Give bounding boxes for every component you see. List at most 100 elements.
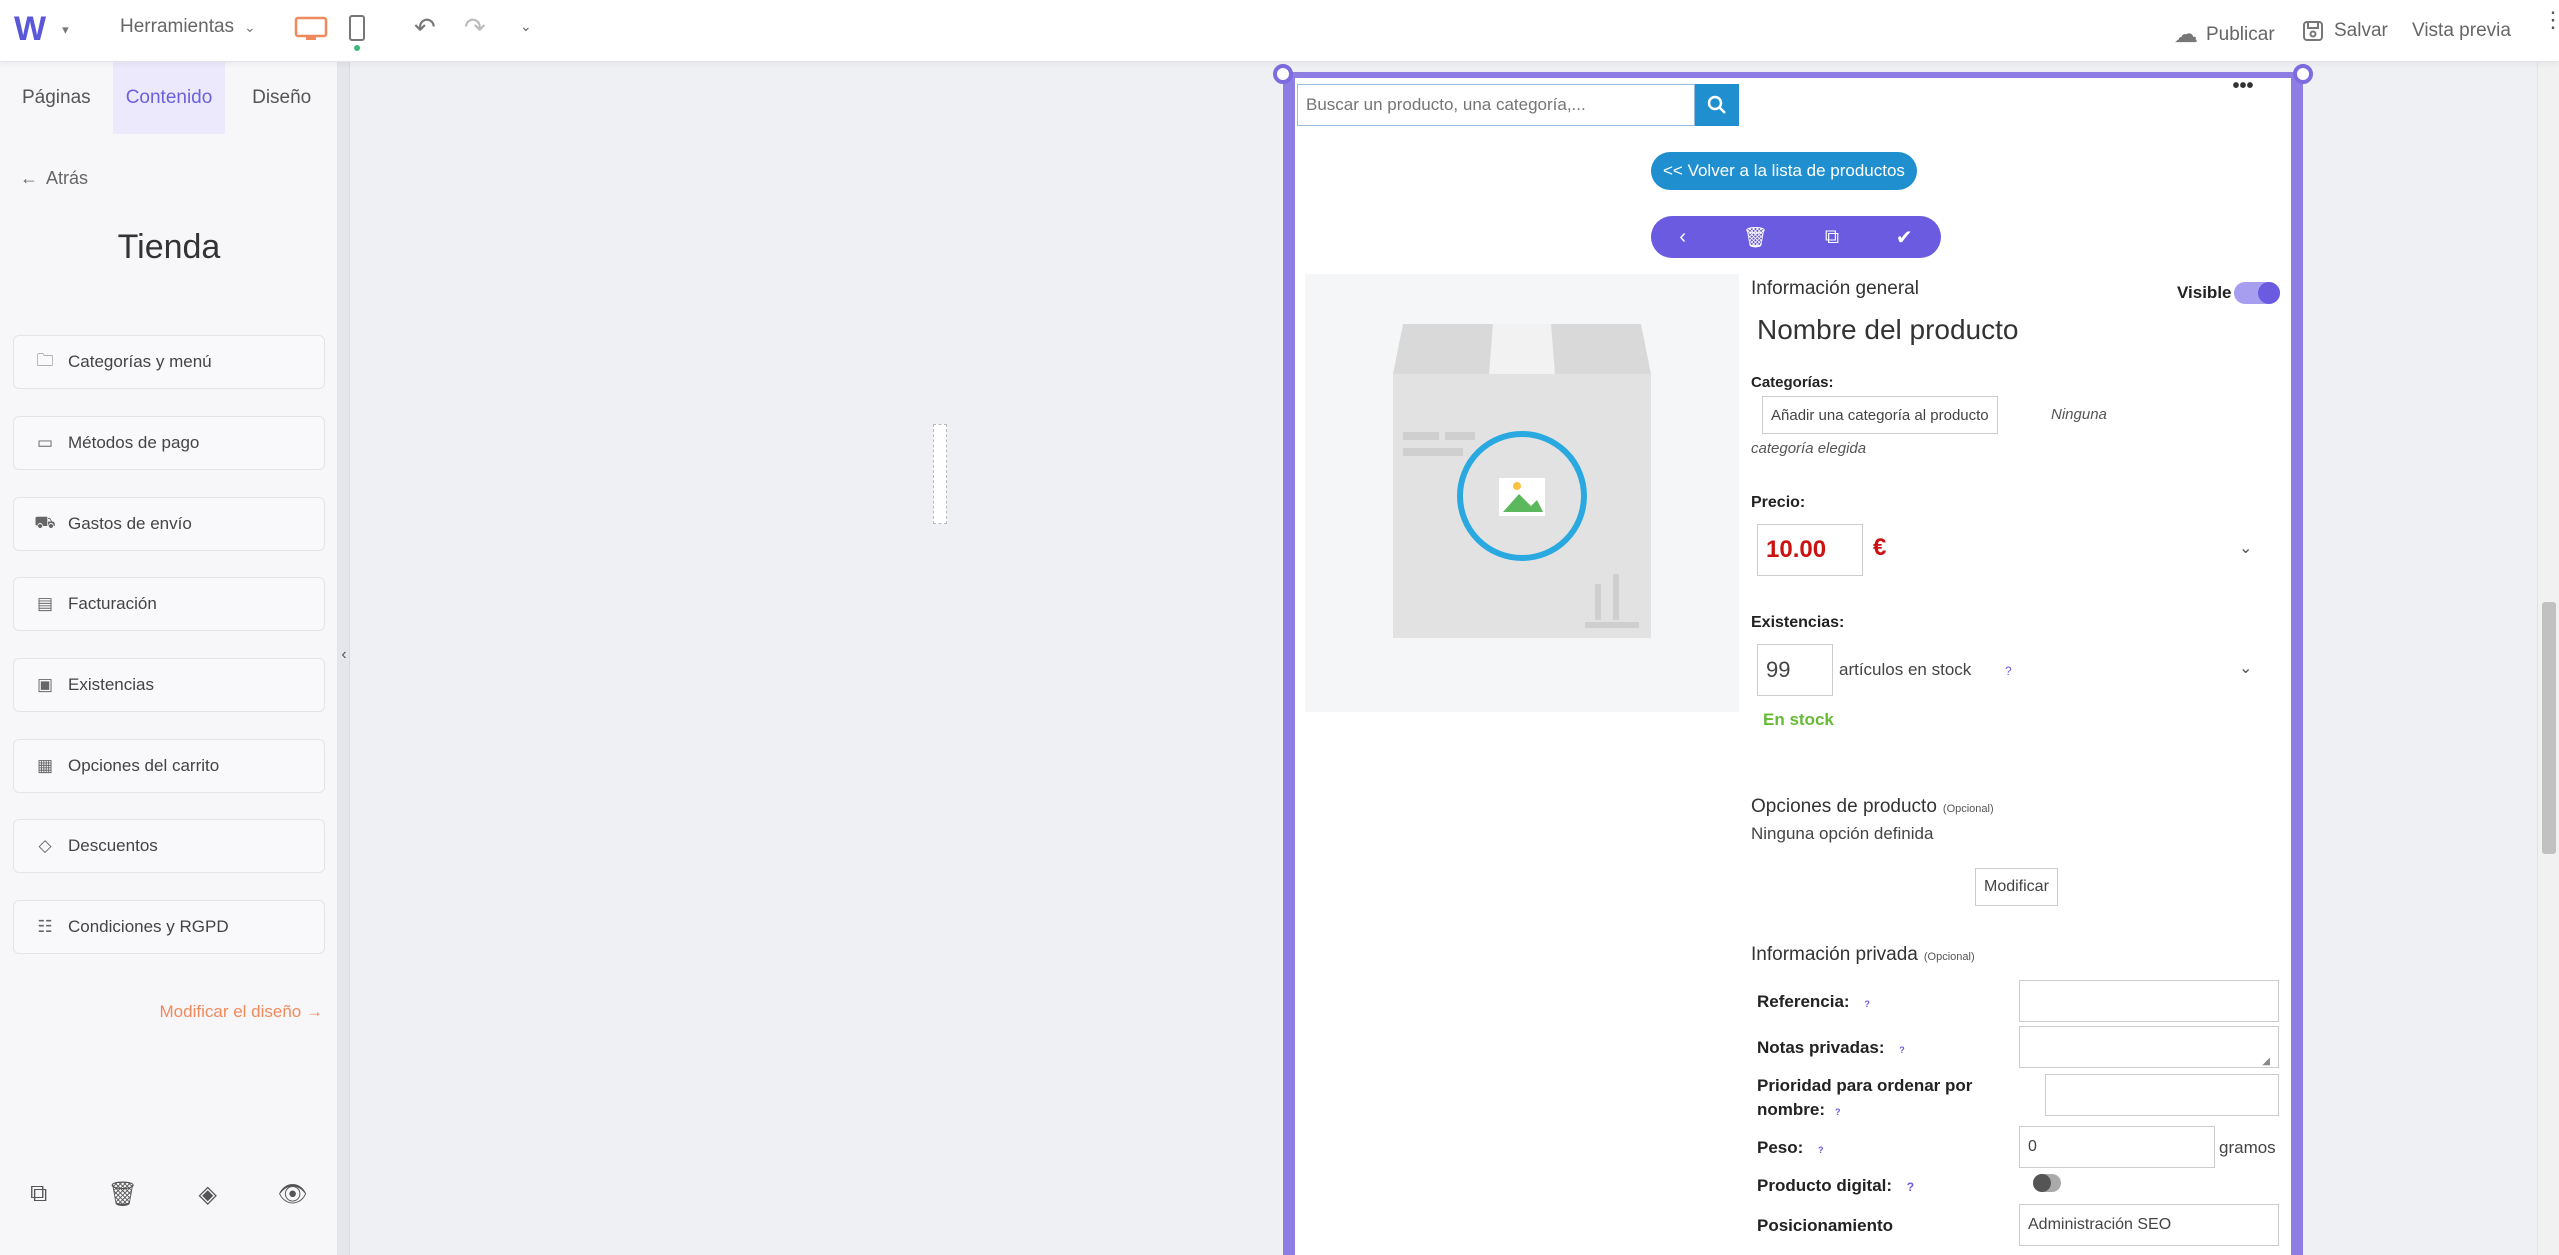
sidebar-item-payment[interactable]: ▭ Métodos de pago xyxy=(13,416,325,470)
drag-handle-left[interactable] xyxy=(933,424,947,524)
sidebar-item-label: Descuentos xyxy=(68,836,158,855)
clipboard-icon: ▤ xyxy=(36,594,54,613)
modify-options-button[interactable]: Modificar xyxy=(1975,868,2058,906)
publish-button[interactable]: ☁ Publicar xyxy=(2174,20,2275,49)
product-image[interactable] xyxy=(1305,274,1739,712)
sidebar-item-stock[interactable]: ▣ Existencias xyxy=(13,658,325,712)
priority-input[interactable] xyxy=(2045,1074,2279,1116)
product-editor-block[interactable]: ••• << Volver a la lista de productos ‹ … xyxy=(1283,72,2303,1255)
stock-status: En stock xyxy=(1763,710,1834,729)
undo-icon[interactable]: ↶ xyxy=(414,12,436,43)
digital-toggle[interactable] xyxy=(2033,1174,2061,1192)
tab-design[interactable]: Diseño xyxy=(225,62,338,134)
logo[interactable]: W ▾ xyxy=(14,10,69,49)
sidebar-item-billing[interactable]: ▤ Facturación xyxy=(13,577,325,631)
tab-content[interactable]: Contenido xyxy=(112,62,226,134)
preview-button[interactable]: Vista previa xyxy=(2412,20,2511,42)
redo-icon[interactable]: ↷ xyxy=(464,12,486,43)
chevron-down-icon: ⌄ xyxy=(244,18,256,35)
weight-help-icon[interactable]: ? xyxy=(1818,1145,1824,1155)
digital-help-icon[interactable]: ? xyxy=(1907,1180,1914,1194)
options-none: Ninguna opción definida xyxy=(1751,824,1934,843)
publish-label: Publicar xyxy=(2206,23,2275,45)
weight-input[interactable]: 0 xyxy=(2019,1126,2215,1168)
currency-symbol: € xyxy=(1873,534,1887,561)
modify-design-label: Modificar el diseño xyxy=(159,1002,302,1021)
sidebar: Páginas Contenido Diseño ← Atrás Tienda … xyxy=(0,62,338,1255)
back-button[interactable]: ← Atrás xyxy=(20,168,88,189)
scrollbar-thumb[interactable] xyxy=(2542,602,2556,854)
save-label: Salvar xyxy=(2334,20,2388,41)
mobile-view-button[interactable] xyxy=(348,14,366,52)
product-name[interactable]: Nombre del producto xyxy=(1757,314,2018,346)
arrow-left-icon: ← xyxy=(20,168,38,188)
seo-label: Posicionamiento xyxy=(1757,1216,1894,1235)
product-search-input[interactable] xyxy=(1297,84,1695,126)
preview-label: Vista previa xyxy=(2412,20,2511,41)
switch-knob xyxy=(2033,1174,2051,1192)
more-horizontal-icon[interactable]: ••• xyxy=(2225,76,2261,98)
seo-button[interactable]: Administración SEO xyxy=(2019,1204,2279,1246)
sidebar-title: Tienda xyxy=(117,228,221,266)
visible-switch[interactable] xyxy=(2233,282,2280,304)
duplicate-icon[interactable]: ⧉ xyxy=(1825,226,1839,249)
back-label: Atrás xyxy=(46,168,89,188)
card-icon: ▭ xyxy=(36,433,54,452)
priority-help-icon[interactable]: ? xyxy=(1835,1107,1841,1117)
eye-icon[interactable]: 👁 xyxy=(277,1180,307,1209)
truck-icon: ⛟ xyxy=(34,513,56,532)
vertical-scrollbar[interactable] xyxy=(2537,62,2559,1255)
notes-label: Notas privadas: ? xyxy=(1757,1038,1905,1058)
sidebar-item-cart-options[interactable]: ▦ Opciones del carrito xyxy=(13,739,325,793)
reference-input[interactable] xyxy=(2019,980,2279,1022)
visible-label: Visible xyxy=(2177,283,2232,302)
priority-label: Prioridad para ordenar por nombre:? xyxy=(1757,1074,1972,1124)
private-title: Información privada xyxy=(1751,944,1918,965)
search-button[interactable] xyxy=(1695,84,1739,126)
stock-help-icon[interactable]: ? xyxy=(2005,664,2012,678)
layers-icon[interactable]: ◈ xyxy=(199,1180,217,1209)
resize-handle-top-right[interactable] xyxy=(2293,64,2313,84)
sidebar-bottom-actions: ⧉ 🗑 ◈ 👁 xyxy=(0,1180,338,1209)
price-label: Precio: xyxy=(1751,494,1806,511)
price-chevron-down-icon[interactable]: ⌄ xyxy=(2239,538,2252,558)
chevron-left-icon[interactable]: ‹ xyxy=(1679,226,1686,249)
reference-help-icon[interactable]: ? xyxy=(1864,999,1870,1009)
resize-handle-top-left[interactable] xyxy=(1273,64,1293,84)
price-input[interactable]: 10.00 xyxy=(1757,524,1863,576)
save-button[interactable]: Salvar xyxy=(2302,20,2388,42)
cloud-upload-icon: ☁ xyxy=(2174,21,2198,48)
check-icon[interactable]: ✔ xyxy=(1896,225,1913,250)
visible-toggle[interactable]: Visible xyxy=(2177,282,2280,304)
duplicate-icon[interactable]: ⧉ xyxy=(30,1180,47,1209)
desktop-view-button[interactable] xyxy=(294,16,328,42)
sidebar-item-categories[interactable]: 🗀 Categorías y menú xyxy=(13,335,325,389)
back-to-list-button[interactable]: << Volver a la lista de productos xyxy=(1651,152,1917,190)
logo-chevron-down-icon[interactable]: ▾ xyxy=(62,22,69,38)
options-optional: (Opcional) xyxy=(1942,803,1994,815)
add-category-button[interactable]: Añadir una categoría al producto xyxy=(1762,396,1998,434)
no-category-text: Ninguna xyxy=(2051,406,2107,423)
mobile-icon xyxy=(349,15,365,51)
digital-label-text: Producto digital: xyxy=(1757,1176,1893,1195)
trash-icon[interactable]: 🗑 xyxy=(1743,225,1768,250)
sidebar-item-discounts[interactable]: ◇ Descuentos xyxy=(13,819,325,873)
more-vertical-icon[interactable]: ⋮ xyxy=(2542,9,2559,31)
top-toolbar: W ▾ Herramientas ⌄ ↶ ↷ ⌄ ☁ Publicar Salva… xyxy=(0,0,2559,62)
categories-label: Categorías: xyxy=(1751,374,1834,391)
sidebar-collapse-bar[interactable]: ‹ xyxy=(338,62,350,1255)
tab-pages[interactable]: Páginas xyxy=(0,62,113,134)
sidebar-item-terms[interactable]: ☷ Condiciones y RGPD xyxy=(13,900,325,954)
box-placeholder-icon xyxy=(1393,324,1651,638)
sidebar-item-shipping[interactable]: ⛟ Gastos de envío xyxy=(13,497,325,551)
notes-textarea[interactable]: ◢ xyxy=(2019,1026,2279,1068)
stock-input[interactable]: 99 xyxy=(1757,644,1833,696)
tools-menu[interactable]: Herramientas ⌄ xyxy=(120,16,256,38)
stock-chevron-down-icon[interactable]: ⌄ xyxy=(2239,658,2252,678)
trash-icon[interactable]: 🗑 xyxy=(108,1180,138,1209)
sidebar-item-label: Facturación xyxy=(68,594,157,613)
no-category-text-2: categoría elegida xyxy=(1751,440,1867,457)
notes-help-icon[interactable]: ? xyxy=(1899,1045,1905,1055)
modify-design-link[interactable]: Modificar el diseño → xyxy=(160,1002,323,1022)
history-chevron-down-icon[interactable]: ⌄ xyxy=(520,18,532,35)
